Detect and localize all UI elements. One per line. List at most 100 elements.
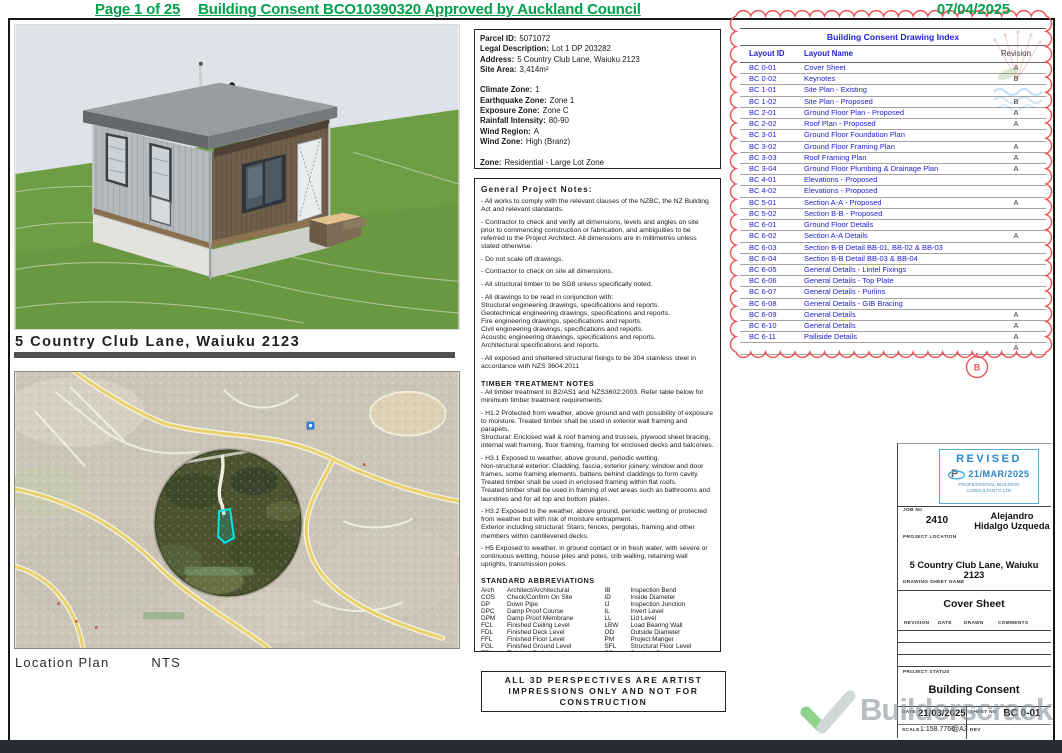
drawn-col: DRAWN (964, 621, 984, 626)
drawing-index-row: BC 6-07General Details - Purlins (740, 287, 1046, 298)
abbreviation-row: DPDown Pipe (481, 601, 591, 608)
parcel-info-line: Site Area:3,414m² (480, 65, 715, 75)
drawing-index-row: BC 2-02Roof Plan - ProposedA (740, 119, 1046, 130)
consultants-name: PROFESSIONAL BUILDING CONSULTANTS LTD (958, 483, 1019, 494)
drawing-index-row: BC 1-01Site Plan - Existing (740, 85, 1046, 96)
artist-impression-disclaimer: ALL 3D PERSPECTIVES ARE ARTIST IMPRESSIO… (481, 671, 726, 712)
drawing-index-row: BC 6-08General Details - GIB Bracing (740, 299, 1046, 310)
page-count: Page 1 of 25 (95, 1, 180, 18)
drawing-index-row: BC 3-04Ground Floor Plumbing & Drainage … (740, 164, 1046, 175)
caption-underline (14, 352, 455, 358)
parcel-info-line: Parcel ID:5071072 (480, 34, 715, 44)
parcel-info-line: Legal Description:Lot 1 DP 203282 (480, 44, 715, 54)
abbreviation-row: FFLFinished Floor Level (481, 636, 591, 643)
consent-title: Building Consent BCO10390320 Approved by… (198, 1, 641, 18)
drawing-index-row: BC 4-01Elevations - Proposed (740, 175, 1046, 186)
drawing-index-row: BC 6-04Section B-B Detail BB-03 & BB-04 (740, 254, 1046, 265)
revision-col: REVISION (904, 621, 929, 626)
parcel-info-line: Address:5 Country Club Lane, Waiuku 2123 (480, 55, 715, 65)
revised-stamp: REVISED P 21/MAR/2025 PROFESSIONAL BUILD… (939, 449, 1039, 504)
note-paragraph: - All exposed and sheltered structural f… (481, 355, 714, 371)
sheet-name-label: DRAWING SHEET NAME (903, 580, 964, 585)
drawing-index-row: BC 5-01Section A-A - ProposedA (740, 198, 1046, 209)
location-plan-label: Location PlanNTS (15, 655, 181, 670)
note-paragraph: - Do not scale off drawings. (481, 256, 714, 264)
drawing-index-row: BC 0-01Cover SheetA (740, 63, 1046, 74)
abbreviation-row: IJInspection Junction (605, 601, 715, 608)
scale-label: NTS (151, 655, 181, 670)
address-caption: 5 Country Club Lane, Waiuku 2123 (15, 334, 300, 350)
drawing-index-row: BC 2-01Ground Floor Plan - ProposedA (740, 108, 1046, 119)
date-value: 21/03/2025 (918, 708, 966, 719)
scale-value: 1:158.7766 (920, 726, 955, 733)
timber-notes-title: TIMBER TREATMENT NOTES (481, 379, 714, 388)
approval-date: 07/04/2025 (937, 1, 1010, 18)
abbreviation-row: FGLFinished Ground Level (481, 643, 591, 650)
drawing-index-row: BC 6-11Palliside DetailsA (740, 332, 1046, 343)
drawing-index-row: BC 1-02Site Plan - ProposedB (740, 97, 1046, 108)
parcel-info-line: Climate Zone:1 (480, 85, 715, 95)
project-status-label: PROJECT STATUS (903, 670, 950, 675)
parcel-info-line (480, 75, 715, 85)
date-label: DATE (902, 710, 916, 715)
abbreviation-row: SSSanitary Sewer (605, 650, 715, 653)
parcel-info-box: Parcel ID:5071072 Legal Description:Lot … (474, 29, 721, 169)
drawing-index-row: BC 6-02Section A-A DetailsA (740, 231, 1046, 242)
parcel-info-line: Zone:Residential - Large Lot Zone (480, 158, 715, 168)
consent-document-page: Page 1 of 25 Building Consent BCO1039032… (0, 0, 1062, 753)
drawing-index-row: BC 3-02Ground Floor Framing PlanA (740, 142, 1046, 153)
sheet-no-label: SHEET NO (970, 710, 997, 715)
general-notes: - All works to comply with the relevant … (481, 198, 714, 371)
drawing-index-row: BC 6-03Section B-B Detail BB-01, BB-02 &… (740, 243, 1046, 254)
client-name: Alejandro Hidalgo Uzqueda (974, 511, 1050, 531)
titleblock-divider (966, 706, 967, 739)
drawing-index-table: Building Consent Drawing Index Layout ID… (740, 28, 1046, 352)
notes-box: General Project Notes: - All works to co… (474, 178, 721, 652)
abbreviation-row: SFLStructural Floor Level (605, 643, 715, 650)
abbreviation-row: DPCDamp Proof Course (481, 608, 591, 615)
drawing-index-rows: BC 0-01Cover SheetA BC 0-02KeynotesB BC … (740, 63, 1046, 355)
revised-date: 21/MAR/2025 (968, 469, 1029, 479)
location-plan-map (14, 371, 460, 649)
parcel-info-line: Rainfall Intensity:80-90 (480, 116, 715, 126)
note-paragraph: - All works to comply with the relevant … (481, 198, 714, 214)
aerial-map (15, 372, 459, 648)
sheet-name-value: Cover Sheet (898, 598, 1050, 610)
abbreviations-right: IBInspection BendIDInside DiameterIJInsp… (605, 587, 715, 653)
drawing-index-header: Layout ID Layout Name Revision (740, 46, 1046, 63)
job-no-value: 2410 (898, 515, 976, 526)
scale-label: SCALE (902, 728, 920, 733)
abbreviation-row: ILInvert Level (605, 608, 715, 615)
drawing-index-row: BC 5-02Section B-B - Proposed (740, 209, 1046, 220)
drawing-index-title: Building Consent Drawing Index (740, 29, 1046, 46)
abbreviations-title: STANDARD ABBREVIATIONS (481, 576, 714, 585)
drawing-index-row: A (740, 343, 1046, 354)
abbreviation-row: DPMDamp Proof Membrane (481, 615, 591, 622)
abbreviations-left: ArchArchitect/ArchitecturalCOSCheck/Conf… (481, 587, 591, 653)
drawing-index-row: BC 0-02KeynotesB (740, 74, 1046, 85)
date-col: DATE (938, 621, 952, 626)
drawing-index-row: BC 6-06General Details - Top Plate (740, 276, 1046, 287)
parcel-info-line: Wind Region:A (480, 127, 715, 137)
parcel-info-line: Exposure Zone:Zone C (480, 106, 715, 116)
3d-perspective-image (14, 24, 460, 330)
revised-label: REVISED (956, 453, 1022, 465)
drawing-index-row: BC 6-05General Details - Lintel Fixings (740, 265, 1046, 276)
abbreviation-row: ArchArchitect/Architectural (481, 587, 591, 594)
abbreviation-row: COSCheck/Confirm On Site (481, 594, 591, 601)
approval-header: Page 1 of 25 Building Consent BCO1039032… (0, 1, 1062, 18)
paper-size: @A3 (952, 726, 968, 733)
drawing-index-row: BC 6-01Ground Floor Details (740, 220, 1046, 231)
abbreviation-row: IBInspection Bend (605, 587, 715, 594)
abbreviation-row: FPLFinished Patio Level (481, 650, 591, 653)
drawing-index-row: BC 6-10General DetailsA (740, 321, 1046, 332)
sheet-no-value: BC 0-01 (996, 708, 1048, 719)
abbreviation-row: ODOutside Diameter (605, 629, 715, 636)
note-paragraph: - Contractor to check on site all dimens… (481, 268, 714, 276)
parcel-info-line: Wind Zone:High (Branz) (480, 137, 715, 147)
project-location-value: 5 Country Club Lane, Waiuku 2123 (898, 560, 1050, 580)
timber-notes: - All timber treatment to B2/AS1 and NZS… (481, 389, 714, 569)
note-paragraph: - H5 Exposed to weather, in ground conta… (481, 545, 714, 569)
parcel-outline (218, 509, 234, 543)
building-render (15, 25, 459, 329)
